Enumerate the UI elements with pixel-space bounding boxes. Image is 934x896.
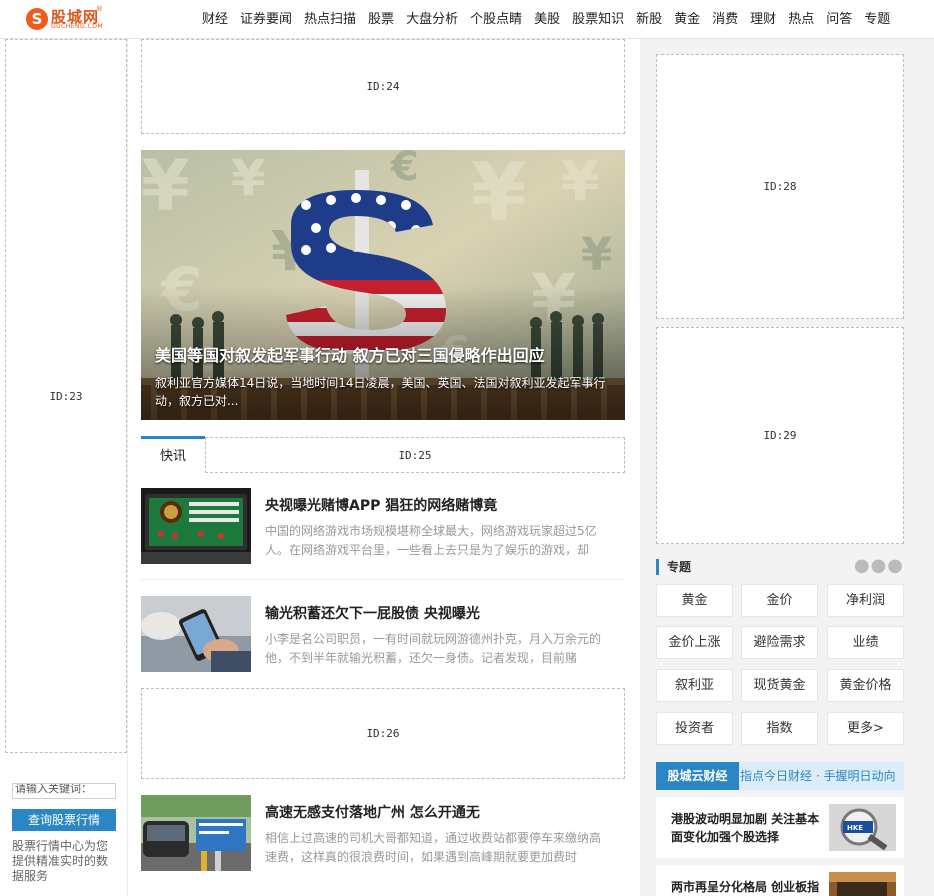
topic-tag[interactable]: 净利润 bbox=[827, 584, 904, 617]
topic-tag[interactable]: 现货黄金 bbox=[741, 669, 818, 702]
nav-item-us-stocks[interactable]: 美股 bbox=[528, 0, 566, 39]
article-thumbnail[interactable] bbox=[141, 596, 251, 672]
cloud-finance-slogan: 指点今日财经 · 手握明日动向 bbox=[740, 769, 896, 783]
hkex-image: HKE bbox=[829, 804, 896, 851]
hero-title[interactable]: 美国等国对叙发起军事行动 叙方已对三国侵略作出回应 bbox=[155, 342, 545, 366]
section-accent-bar bbox=[656, 559, 659, 575]
topic-tag[interactable]: 叙利亚 bbox=[656, 669, 733, 702]
nav-item-caijing[interactable]: 财经 bbox=[196, 0, 234, 39]
topic-tag[interactable]: 业绩 bbox=[827, 626, 904, 659]
stock-query-input[interactable]: 请输入关键词： bbox=[12, 783, 116, 799]
cloud-finance-badge[interactable]: 股城云财经 bbox=[656, 762, 739, 790]
ad-slot-tab[interactable]: ID:25 bbox=[205, 437, 625, 473]
ad-slot-top[interactable]: ID:24 bbox=[141, 39, 625, 134]
topic-tag[interactable]: 指数 bbox=[741, 712, 818, 745]
phone-hand-image bbox=[141, 596, 251, 672]
topic-tag[interactable]: 黄金价格 bbox=[827, 669, 904, 702]
nav-item-topics[interactable]: 专题 bbox=[858, 0, 896, 39]
logo-mark-icon: S bbox=[26, 8, 48, 30]
divider bbox=[141, 579, 625, 580]
topic-tag[interactable]: 避险需求 bbox=[741, 626, 818, 659]
topics-title: 专题 bbox=[667, 560, 692, 574]
side-news-title[interactable]: 港股波动明显加剧 关注基本面变化加强个股选择 bbox=[671, 810, 821, 846]
ad-slot-right-2[interactable]: ID:29 bbox=[656, 327, 904, 544]
tab-kuaixun[interactable]: 快讯 bbox=[141, 436, 205, 473]
cloud-finance-header: 股城云财经 指点今日财经 · 手握明日动向 bbox=[656, 762, 904, 790]
side-news-thumbnail[interactable] bbox=[829, 872, 896, 896]
topic-tag[interactable]: 投资者 bbox=[656, 712, 733, 745]
nav-item-securities-news[interactable]: 证券要闻 bbox=[234, 0, 298, 39]
nav-item-stock-picks[interactable]: 个股点睛 bbox=[464, 0, 528, 39]
topic-tag[interactable]: 金价 bbox=[741, 584, 818, 617]
article-summary: 中国的网络游戏市场规模堪称全球最大，网络游戏玩家超过5亿人。在网络游戏平台里，一… bbox=[265, 524, 597, 557]
topics-more-button[interactable]: 更多> bbox=[827, 712, 904, 745]
article-title[interactable]: 高速无感支付落地广州 怎么开通无 bbox=[265, 802, 480, 822]
nav-item-consumer[interactable]: 消费 bbox=[706, 0, 744, 39]
nav-item-hot-scan[interactable]: 热点扫描 bbox=[298, 0, 362, 39]
nav-item-gold[interactable]: 黄金 bbox=[668, 0, 706, 39]
site-logo[interactable]: S 股城网 GUCHENG.COM ® bbox=[26, 5, 106, 32]
list-item[interactable]: 央视曝光赌博APP 猖狂的网络赌博竟 中国的网络游戏市场规模堪称全球最大，网络游… bbox=[141, 488, 625, 580]
list-item[interactable]: 输光积蓄还欠下一屁股债 央视曝光 小李是名公司职员，一有时间就玩网游德州扑克，月… bbox=[141, 596, 625, 688]
hero-banner[interactable]: ¥ ¥ ¥ ¥ € ¥ ¥ € ¥ ¥ € bbox=[141, 150, 625, 420]
highway-toll-image bbox=[141, 795, 251, 871]
page: S 股城网 GUCHENG.COM ® 财经 证券要闻 热点扫描 股票 大盘分析… bbox=[0, 0, 934, 896]
article-summary: 小李是名公司职员，一有时间就玩网游德州扑克，月入万余元的他，不到半年就输光积蓄，… bbox=[265, 632, 602, 665]
top-navbar: S 股城网 GUCHENG.COM ® 财经 证券要闻 热点扫描 股票 大盘分析… bbox=[0, 0, 934, 39]
nav-item-stocks[interactable]: 股票 bbox=[362, 0, 400, 39]
nav-item-finance[interactable]: 理财 bbox=[744, 0, 782, 39]
stock-query-description: 股票行情中心为您提供精准实时的数据服务 bbox=[12, 839, 109, 883]
side-news-title[interactable]: 两市再呈分化格局 创业板指 bbox=[671, 878, 831, 896]
nav-item-stock-knowledge[interactable]: 股票知识 bbox=[566, 0, 630, 39]
topic-tag[interactable]: 金价上涨 bbox=[656, 626, 733, 659]
topics-header: 专题 ●●● bbox=[656, 555, 904, 576]
nav-item-market-analysis[interactable]: 大盘分析 bbox=[400, 0, 464, 39]
article-thumbnail[interactable] bbox=[141, 488, 251, 564]
hkex-text: HKE bbox=[847, 824, 863, 832]
side-news-item[interactable]: 港股波动明显加剧 关注基本面变化加强个股选择 HKE bbox=[656, 797, 904, 858]
stock-query-button[interactable]: 查询股票行情 bbox=[12, 809, 116, 831]
nav-item-qa[interactable]: 问答 bbox=[820, 0, 858, 39]
nav-item-ipo[interactable]: 新股 bbox=[630, 0, 668, 39]
ad-slot-right-1[interactable]: ID:28 bbox=[656, 54, 904, 319]
more-dots-icon[interactable]: ●●● bbox=[854, 555, 904, 576]
article-title[interactable]: 输光积蓄还欠下一屁股债 央视曝光 bbox=[265, 603, 480, 623]
side-news-item[interactable]: 两市再呈分化格局 创业板指 bbox=[656, 865, 904, 896]
topic-tag[interactable]: 黄金 bbox=[656, 584, 733, 617]
article-title[interactable]: 央视曝光赌博APP 猖狂的网络赌博竟 bbox=[265, 495, 497, 515]
nav-item-hot[interactable]: 热点 bbox=[782, 0, 820, 39]
article-thumbnail[interactable] bbox=[141, 795, 251, 871]
logo-registered-mark: ® bbox=[96, 5, 103, 13]
ad-slot-left[interactable]: ID:23 bbox=[5, 39, 127, 753]
side-news-thumbnail[interactable]: HKE bbox=[829, 804, 896, 851]
ad-slot-mid[interactable]: ID:26 bbox=[141, 688, 625, 779]
hero-summary: 叙利亚官方媒体14日说，当地时间14日凌晨，美国、英国、法国对叙利亚发起军事行动… bbox=[155, 376, 606, 408]
logo-subtext: GUCHENG.COM bbox=[51, 23, 104, 30]
list-item[interactable]: 高速无感支付落地广州 怎么开通无 相信上过高速的司机大哥都知道，通过收费站都要停… bbox=[141, 795, 625, 887]
gambling-app-image bbox=[141, 488, 251, 564]
main-nav: 财经 证券要闻 热点扫描 股票 大盘分析 个股点睛 美股 股票知识 新股 黄金 … bbox=[196, 0, 896, 39]
market-image bbox=[829, 872, 896, 896]
article-summary: 相信上过高速的司机大哥都知道，通过收费站都要停车来缴纳高速费，这样真的很浪费时间… bbox=[265, 831, 602, 864]
